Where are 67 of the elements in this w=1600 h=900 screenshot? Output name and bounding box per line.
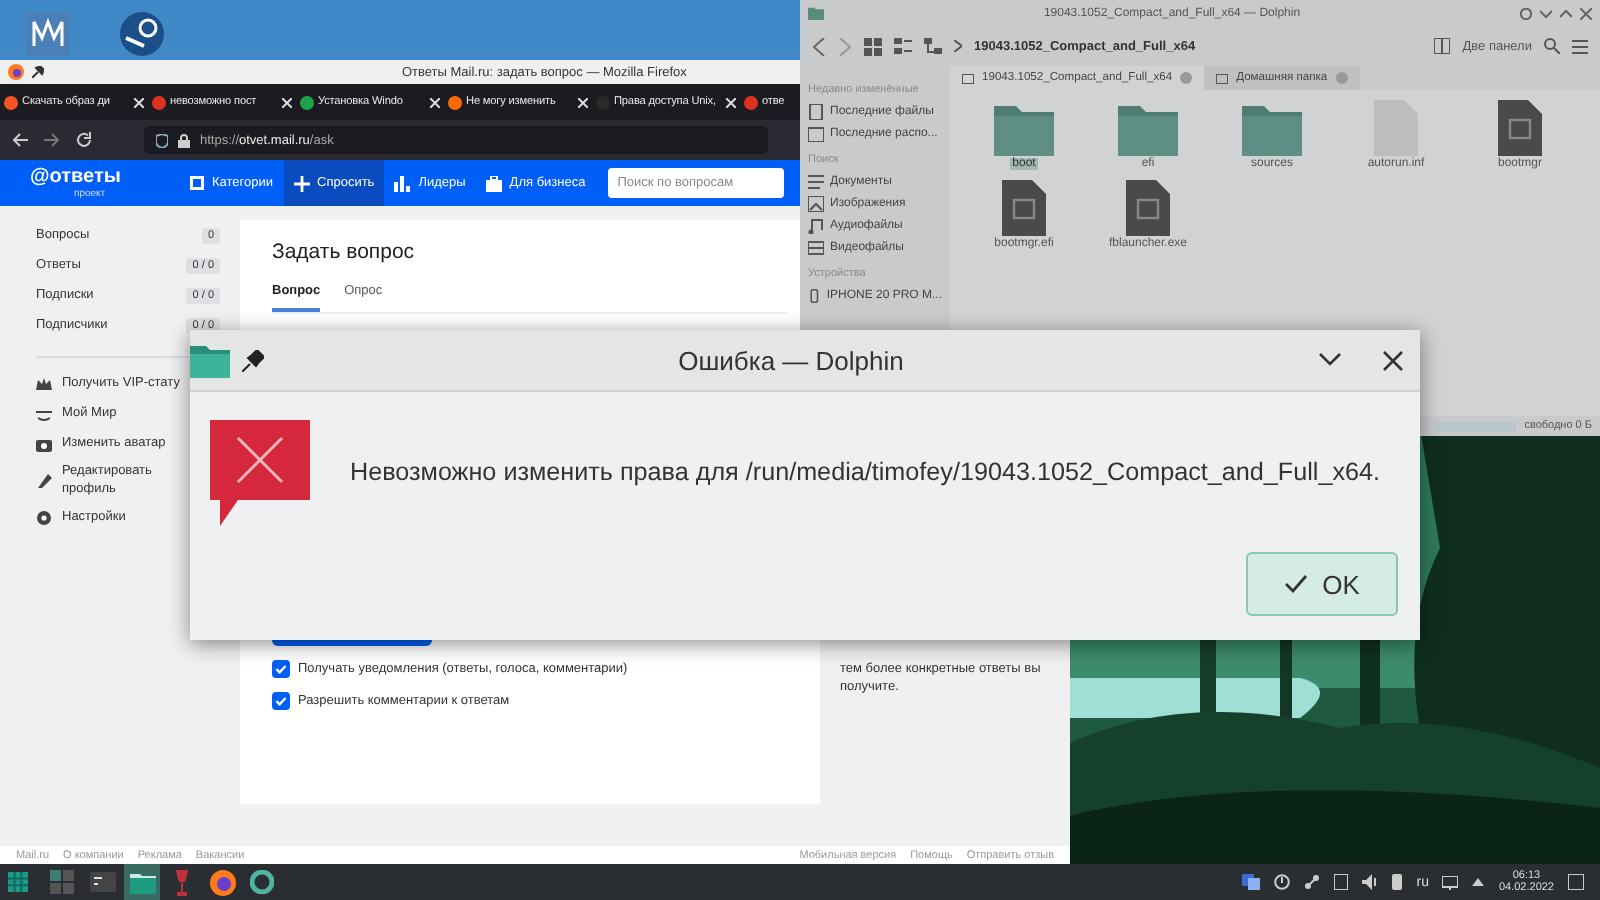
plus-icon xyxy=(293,175,309,191)
shield-icon xyxy=(156,133,168,147)
power-icon xyxy=(1274,874,1291,890)
show-desktop-icon xyxy=(1568,874,1584,890)
browser-icon xyxy=(209,869,235,895)
camera-icon xyxy=(36,435,52,451)
icons-view-icon xyxy=(864,37,882,55)
usb-drive-icon xyxy=(1392,874,1403,890)
image-icon xyxy=(808,195,824,211)
document-icon xyxy=(808,173,824,189)
back-icon xyxy=(12,132,28,148)
desktop-pager-icon xyxy=(50,870,74,894)
error-icon xyxy=(210,419,310,525)
world-icon xyxy=(36,405,52,421)
executable-icon xyxy=(1002,180,1046,236)
window-icon xyxy=(1242,874,1261,890)
minimize-icon xyxy=(1540,7,1552,19)
grid-icon xyxy=(190,176,204,190)
check-icon xyxy=(1284,574,1309,594)
taskbar-app[interactable] xyxy=(244,864,280,900)
help-icon xyxy=(1520,7,1532,19)
ok-button[interactable]: OK xyxy=(1246,552,1398,616)
app-icon[interactable] xyxy=(24,10,72,58)
checkbox[interactable] xyxy=(272,660,290,678)
browser-icon xyxy=(8,64,24,80)
search-icon xyxy=(1544,38,1560,54)
wheel-icon[interactable] xyxy=(118,10,166,58)
pin-icon xyxy=(242,349,264,371)
wine-glass-icon xyxy=(174,869,190,895)
ring-icon xyxy=(250,870,274,894)
forward-icon xyxy=(838,37,852,55)
crown-icon xyxy=(36,375,52,391)
file-icon xyxy=(808,103,824,119)
bar-chart-icon xyxy=(394,175,411,191)
pin-icon xyxy=(32,66,44,78)
pen-icon xyxy=(36,472,52,488)
lock-icon xyxy=(178,133,190,147)
error-message: Невозможно изменить права для /run/media/timofey/19043.1052_Compact_and_Full_x64. xyxy=(350,458,1381,486)
network-icon xyxy=(1304,874,1321,890)
menu-icon xyxy=(1572,39,1588,53)
music-icon xyxy=(808,217,824,233)
launcher-icon xyxy=(8,872,28,892)
compact-view-icon xyxy=(894,37,912,55)
dialog-title: Ошибка — Dolphin xyxy=(676,345,906,375)
film-icon xyxy=(808,239,824,255)
minimize-icon xyxy=(1318,352,1342,368)
tree-view-icon xyxy=(924,37,942,55)
taskbar-app[interactable] xyxy=(204,864,240,900)
terminal-icon xyxy=(89,872,115,892)
chevron-icon xyxy=(954,40,962,52)
taskbar-app[interactable] xyxy=(124,864,160,900)
volume-icon xyxy=(1362,874,1379,890)
executable-icon xyxy=(1126,180,1170,236)
forward-icon xyxy=(44,132,60,148)
card-title: Задать вопрос xyxy=(272,240,417,264)
briefcase-icon xyxy=(485,175,502,191)
checkbox[interactable] xyxy=(272,692,290,710)
settings-icon xyxy=(36,509,52,525)
phone-icon xyxy=(808,287,821,303)
split-icon xyxy=(1434,38,1451,54)
taskbar-app[interactable] xyxy=(44,864,80,900)
monitor-icon xyxy=(1442,875,1459,889)
back-icon xyxy=(812,37,826,55)
maximize-icon xyxy=(1560,7,1572,19)
reload-icon xyxy=(76,132,92,148)
executable-icon xyxy=(1498,100,1542,156)
expand-icon xyxy=(1472,878,1485,886)
